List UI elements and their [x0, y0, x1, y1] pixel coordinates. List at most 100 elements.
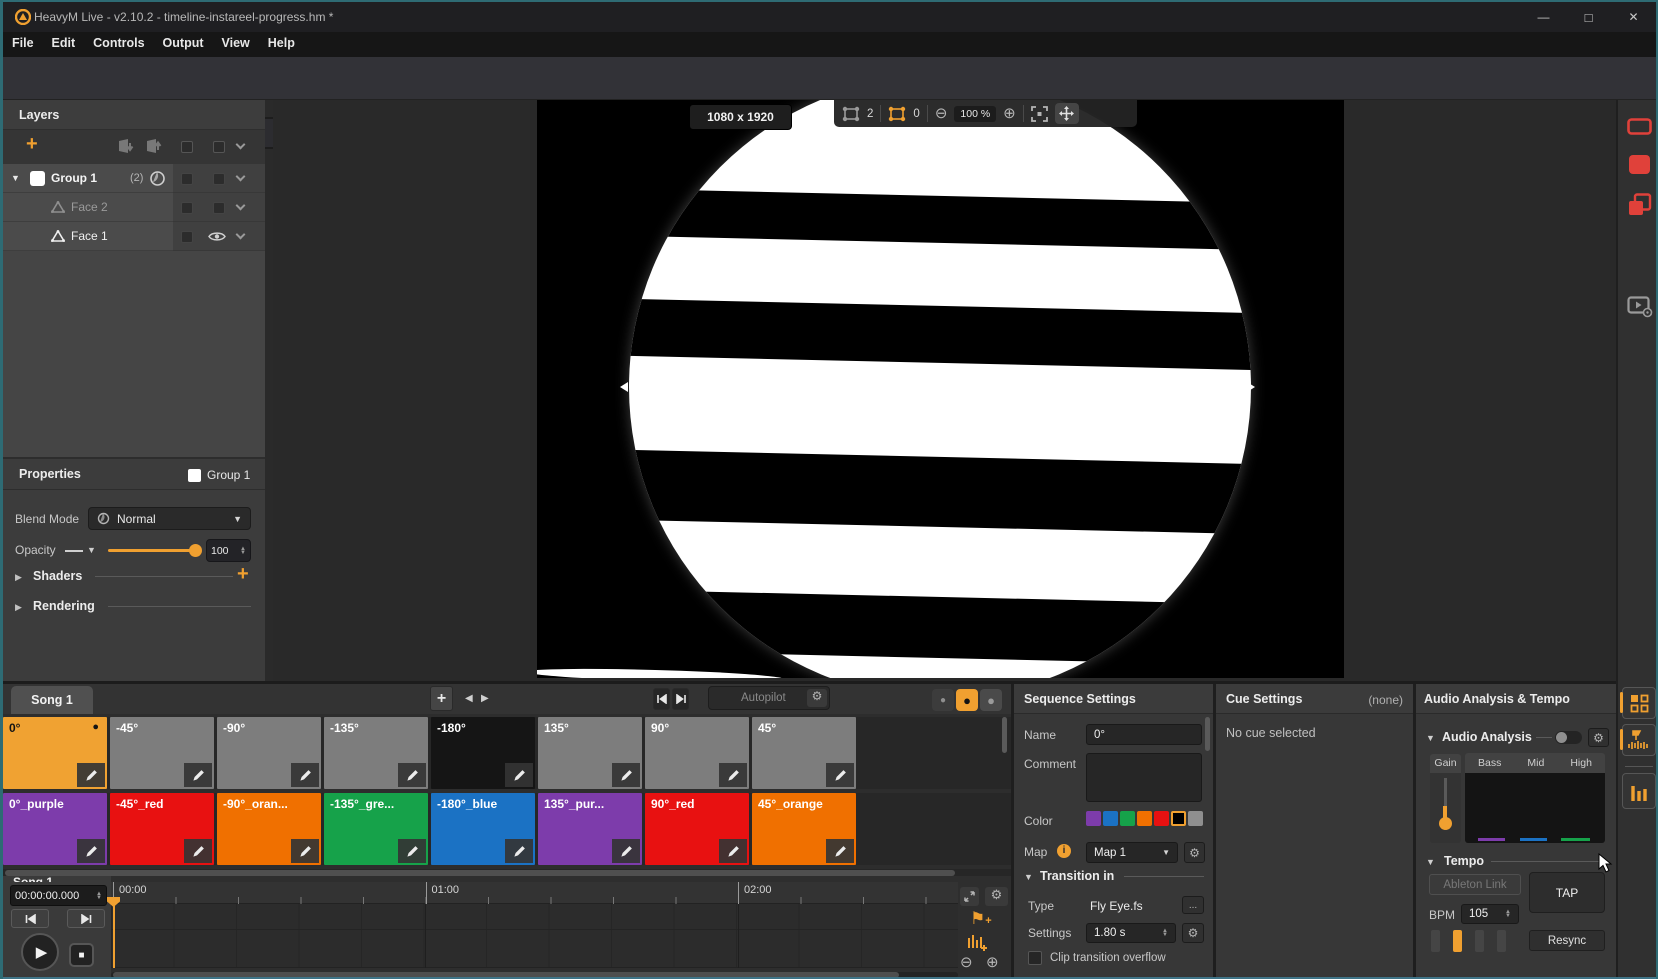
edit-sequence-pencil-button[interactable] [184, 763, 212, 787]
sequence-tile[interactable]: 45° [752, 717, 856, 789]
shaders-section-label[interactable]: Shaders [33, 569, 82, 583]
sequence-tile[interactable]: 135°_pur... [538, 793, 642, 865]
timeline-tracks[interactable] [111, 904, 958, 968]
output-mode-toggle-active[interactable]: ● [956, 689, 978, 711]
output-screen-icon[interactable] [1627, 118, 1652, 135]
audio-analysis-gear-button[interactable]: ⚙ [1588, 728, 1609, 747]
left-resize-handle[interactable] [620, 382, 628, 392]
next-song-arrow[interactable]: ▶ [481, 693, 489, 704]
gain-slider-knob[interactable] [1439, 817, 1452, 830]
add-layer-button[interactable]: + [26, 133, 38, 156]
sequence-tile[interactable]: -45°_red [110, 793, 214, 865]
sequence-tile[interactable]: 90°_red [645, 793, 749, 865]
opacity-value-spinbox[interactable]: 100 ▲▼ [206, 539, 251, 562]
menu-item-output[interactable]: Output [154, 32, 213, 54]
color-swatch[interactable] [1137, 811, 1152, 826]
rendering-section-label[interactable]: Rendering [33, 599, 95, 613]
ableton-link-button[interactable]: Ableton Link [1429, 874, 1521, 895]
transition-duration-spinbox[interactable]: 1.80 s ▲▼ [1086, 923, 1176, 943]
right-resize-handle[interactable] [1247, 382, 1255, 392]
layer-row-group[interactable]: ▼ Group 1 (2) [3, 164, 265, 193]
opacity-curve-icon[interactable] [65, 550, 83, 552]
tap-button[interactable]: TAP [1529, 872, 1605, 913]
preview-mode-toggle[interactable]: ● [932, 689, 954, 711]
edit-sequence-pencil-button[interactable] [398, 839, 426, 863]
edit-sequence-pencil-button[interactable] [719, 839, 747, 863]
sequence-tile[interactable]: -90°_oran... [217, 793, 321, 865]
color-swatch[interactable] [1171, 811, 1186, 826]
minimize-button[interactable]: — [1521, 2, 1566, 32]
timeline-zoom-in-icon[interactable]: ⊕ [986, 953, 999, 971]
edit-sequence-pencil-button[interactable] [612, 763, 640, 787]
sequence-tile[interactable]: -90° [217, 717, 321, 789]
timecode-spinner-arrows[interactable]: ▲▼ [96, 892, 102, 900]
edit-sequence-pencil-button[interactable] [826, 839, 854, 863]
add-song-button[interactable]: + [430, 686, 453, 711]
face1-visibility-eye-icon[interactable] [208, 231, 226, 242]
layers-solo-all-checkbox[interactable] [213, 141, 225, 153]
blend-mode-dropdown[interactable]: Normal ▼ [88, 507, 251, 530]
map-info-icon[interactable]: i [1057, 844, 1071, 858]
tempo-expander-icon[interactable]: ▼ [1426, 857, 1435, 867]
layers-collapse-all-chevron[interactable] [236, 140, 246, 150]
sequence-tile[interactable]: -180° [431, 717, 535, 789]
timeline-expand-button[interactable] [960, 887, 979, 906]
resync-button[interactable]: Resync [1529, 930, 1605, 951]
move-layer-up-icon[interactable] [144, 138, 164, 155]
color-swatch[interactable] [1086, 811, 1101, 826]
audio-analysis-expander-icon[interactable]: ▼ [1426, 733, 1435, 743]
add-shader-button[interactable]: + [237, 563, 249, 586]
face1-mute-checkbox[interactable] [181, 231, 193, 243]
duplicate-output-icon[interactable] [1628, 193, 1652, 217]
close-button[interactable]: ✕ [1611, 2, 1656, 32]
timeline-ruler[interactable]: 00:0001:0002:00 [111, 882, 958, 904]
type-browse-button[interactable]: ... [1182, 896, 1204, 914]
skip-to-start-button[interactable] [653, 688, 670, 710]
menu-item-edit[interactable]: Edit [43, 32, 85, 54]
tiles-vertical-scrollbar[interactable] [1002, 717, 1007, 753]
edit-sequence-pencil-button[interactable] [398, 763, 426, 787]
sequence-name-input[interactable]: 0° [1086, 724, 1202, 745]
sequence-tile[interactable]: -180°_blue [431, 793, 535, 865]
opacity-slider-knob[interactable] [189, 544, 202, 557]
sequence-panel-scrollbar[interactable] [1205, 717, 1210, 751]
autopilot-gear-button[interactable]: ⚙ [807, 689, 827, 707]
play-button[interactable]: ▶ [21, 933, 59, 971]
prev-song-arrow[interactable]: ◀ [465, 693, 473, 704]
menu-item-help[interactable]: Help [259, 32, 304, 54]
group-color-swatch[interactable] [30, 171, 45, 186]
transition-in-label[interactable]: Transition in [1040, 869, 1114, 883]
menu-item-view[interactable]: View [213, 32, 259, 54]
warp-points-icon[interactable] [888, 106, 906, 122]
opacity-spinner-arrows[interactable]: ▲▼ [240, 547, 246, 555]
corner-points-icon[interactable] [842, 106, 860, 122]
audio-view-button[interactable] [1622, 773, 1656, 809]
opacity-slider[interactable] [108, 549, 196, 552]
sequence-tile[interactable]: 135° [538, 717, 642, 789]
bpm-spinbox[interactable]: 105 ▲▼ [1461, 904, 1519, 924]
edit-sequence-pencil-button[interactable] [291, 839, 319, 863]
autopilot-field[interactable]: Autopilot ⚙ [708, 686, 830, 710]
timeline-zoom-out-icon[interactable]: ⊖ [960, 953, 973, 971]
color-swatch[interactable] [1188, 811, 1203, 826]
move-layer-down-icon[interactable] [116, 138, 136, 155]
sequence-tile[interactable]: -45° [110, 717, 214, 789]
sequence-tile[interactable]: 0°● [3, 717, 107, 789]
audio-analysis-toggle[interactable] [1555, 731, 1582, 744]
layer-row-face1[interactable]: Face 1 [3, 222, 265, 251]
color-swatch[interactable] [1103, 811, 1118, 826]
zoom-out-icon[interactable]: ⊖ [935, 106, 948, 121]
playhead-line[interactable] [113, 904, 115, 968]
zoom-in-icon[interactable]: ⊕ [1003, 106, 1016, 121]
face2-mute-checkbox[interactable] [181, 202, 193, 214]
audio-analysis-label[interactable]: Audio Analysis [1442, 730, 1532, 744]
opacity-curve-arrow[interactable]: ▼ [87, 545, 96, 555]
go-to-end-button[interactable] [67, 909, 105, 928]
add-cue-flag-button[interactable]: ⚑+ [970, 909, 992, 929]
canvas-viewport[interactable]: 1080 x 1920 2 0 ⊖ 100 % ⊕ [273, 100, 1616, 681]
canvas-zoom-value[interactable]: 100 % [954, 106, 996, 122]
output-fill-icon[interactable] [1628, 154, 1651, 175]
transition-gear-button[interactable]: ⚙ [1182, 923, 1204, 943]
comment-textarea[interactable] [1086, 753, 1202, 802]
edit-sequence-pencil-button[interactable] [184, 839, 212, 863]
